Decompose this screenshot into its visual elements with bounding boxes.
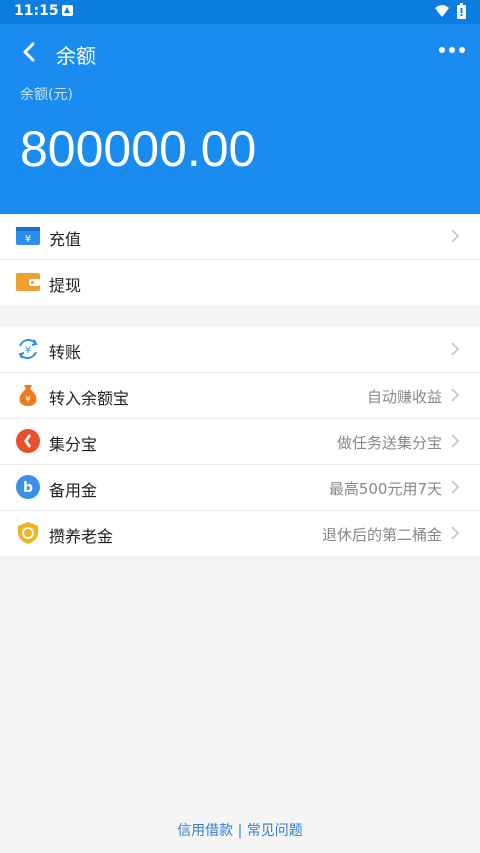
chevron-right-icon bbox=[451, 526, 460, 540]
balance-label: 余额(元) bbox=[20, 87, 73, 103]
transfer-row[interactable]: ¥ 转账 bbox=[0, 327, 480, 373]
reserve-fund-icon: b bbox=[16, 475, 40, 499]
withdraw-row[interactable]: 提现 bbox=[0, 260, 480, 305]
svg-text:¥: ¥ bbox=[25, 395, 31, 405]
pension-shield-icon bbox=[18, 522, 38, 544]
jifenbao-hint: 做任务送集分宝 bbox=[336, 434, 442, 452]
svg-text:¥: ¥ bbox=[25, 234, 31, 245]
points-icon bbox=[16, 429, 40, 453]
recharge-label: 充值 bbox=[49, 230, 82, 249]
jifenbao-label: 集分宝 bbox=[49, 435, 98, 454]
chevron-right-icon bbox=[451, 480, 460, 494]
reserve-fund-label: 备用金 bbox=[49, 481, 98, 500]
recharge-row[interactable]: ¥ 充值 bbox=[0, 214, 480, 260]
chevron-right-icon bbox=[451, 229, 460, 243]
yuebao-label: 转入余额宝 bbox=[49, 389, 130, 408]
services-section: ¥ 转账 ¥ 转入余额宝 自动赚收益 集分宝 做任务送集分宝 b 备用金 最高5… bbox=[0, 327, 480, 556]
battery-icon bbox=[457, 3, 466, 19]
status-bar: 11:15 bbox=[0, 0, 480, 24]
status-time: 11:15 bbox=[14, 3, 59, 19]
chevron-right-icon bbox=[451, 388, 460, 402]
wifi-icon bbox=[435, 5, 449, 17]
wallet-icon bbox=[16, 273, 40, 291]
recharge-icon: ¥ bbox=[16, 227, 40, 245]
chevron-right-icon bbox=[451, 434, 460, 448]
reserve-fund-hint: 最高500元用7天 bbox=[328, 480, 442, 498]
funds-section: ¥ 充值 提现 bbox=[0, 214, 480, 305]
footer-links[interactable]: 信用借款 | 常见问题 bbox=[0, 820, 480, 840]
more-icon[interactable] bbox=[438, 46, 466, 54]
page-title: 余额 bbox=[56, 44, 96, 68]
balance-amount: 800000.00 bbox=[20, 121, 257, 177]
notification-icon bbox=[62, 5, 73, 16]
withdraw-label: 提现 bbox=[49, 276, 82, 295]
jifenbao-row[interactable]: 集分宝 做任务送集分宝 bbox=[0, 419, 480, 465]
reserve-fund-row[interactable]: b 备用金 最高500元用7天 bbox=[0, 465, 480, 511]
svg-text:¥: ¥ bbox=[25, 345, 31, 356]
back-arrow-icon[interactable] bbox=[18, 40, 42, 64]
transfer-icon: ¥ bbox=[18, 339, 38, 359]
money-bag-icon: ¥ bbox=[19, 385, 37, 406]
pension-row[interactable]: 攒养老金 退休后的第二桶金 bbox=[0, 511, 480, 556]
pension-hint: 退休后的第二桶金 bbox=[321, 526, 442, 544]
chevron-right-icon bbox=[451, 342, 460, 356]
yuebao-hint: 自动赚收益 bbox=[366, 388, 442, 406]
svg-text:b: b bbox=[23, 480, 33, 496]
balance-header: 余额 余额(元) 800000.00 bbox=[0, 24, 480, 214]
pension-label: 攒养老金 bbox=[49, 527, 114, 546]
transfer-label: 转账 bbox=[49, 343, 82, 362]
yuebao-row[interactable]: ¥ 转入余额宝 自动赚收益 bbox=[0, 373, 480, 419]
balance-screen: 11:15 余额 余额(元) 800000.00 ¥ 充值 提现 ¥ 转账 ¥ … bbox=[0, 0, 480, 853]
